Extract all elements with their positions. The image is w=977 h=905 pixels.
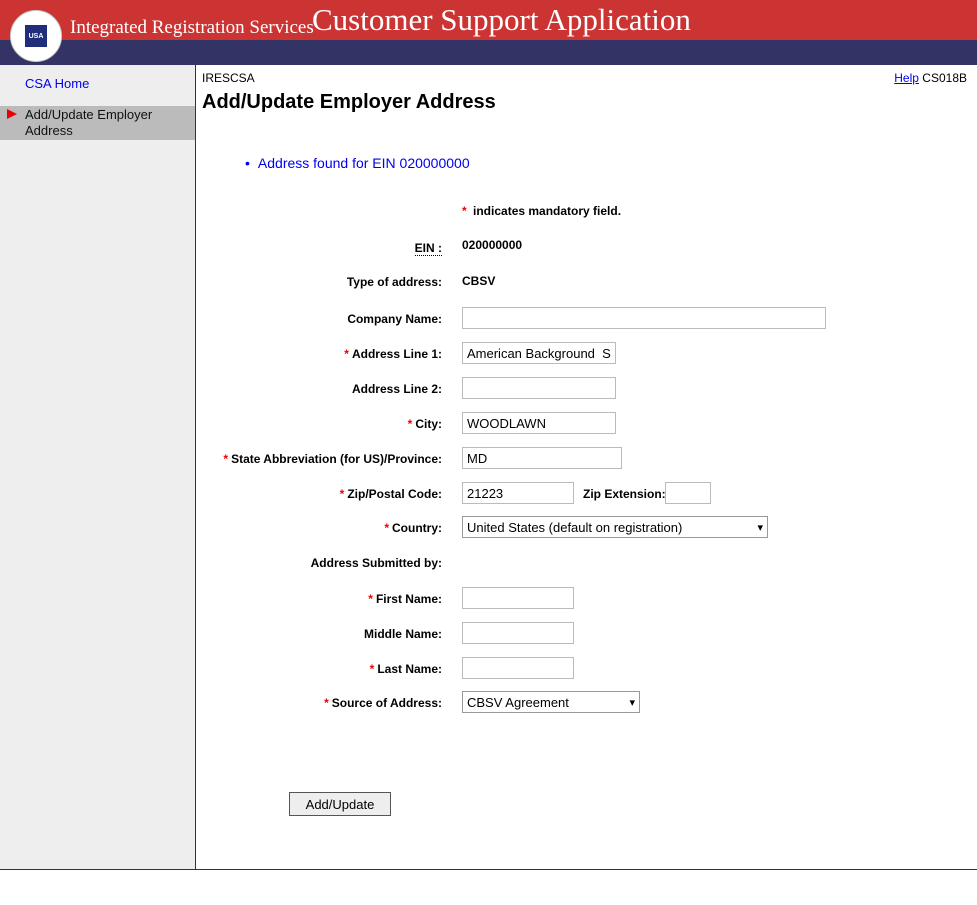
city-label-text: City:: [415, 417, 442, 431]
country-select[interactable]: United States (default on registration): [462, 516, 768, 538]
required-star: *: [369, 662, 375, 676]
sidebar-item-add-update-employer-address[interactable]: Add/Update Employer Address: [0, 106, 195, 140]
header-band: [0, 40, 977, 65]
submitted-by-label: Address Submitted by:: [310, 556, 442, 570]
addr1-label: * Address Line 1:: [344, 347, 442, 361]
state-label: * State Abbreviation (for US)/Province:: [223, 452, 442, 466]
app-code: IRESCSA: [202, 71, 255, 85]
add-update-button[interactable]: Add/Update: [289, 792, 391, 816]
required-star: *: [368, 592, 373, 606]
sidebar-item-label: Add/Update Employer Address: [25, 107, 153, 138]
company-label: Company Name:: [347, 312, 442, 326]
help-area: Help CS018B: [894, 71, 967, 85]
state-label-text: State Abbreviation (for US)/Province:: [231, 452, 442, 466]
first-name-label: * First Name:: [368, 592, 442, 606]
required-star: *: [384, 521, 389, 535]
source-label: * Source of Address:: [324, 696, 442, 710]
country-selected: United States (default on registration): [467, 519, 683, 535]
screen-id: CS018B: [922, 71, 967, 85]
required-star: *: [462, 204, 467, 218]
city-input[interactable]: [462, 412, 616, 434]
zip-input[interactable]: [462, 482, 574, 504]
first-name-label-text: First Name:: [375, 592, 442, 606]
source-label-text: Source of Address:: [331, 696, 442, 710]
middle-name-label: Middle Name:: [363, 627, 442, 641]
ssa-seal-logo: USA: [10, 10, 62, 62]
address-line-1-input[interactable]: [462, 342, 616, 364]
app-title: Customer Support Application: [312, 2, 691, 37]
status-message: Address found for EIN 020000000: [245, 155, 470, 171]
state-input[interactable]: [462, 447, 622, 469]
country-label-text: Country:: [392, 521, 442, 535]
zip-label: * Zip/Postal Code:: [340, 487, 442, 501]
last-name-label: * Last Name:: [370, 662, 442, 676]
type-value: CBSV: [462, 274, 496, 288]
addr1-label-text: Address Line 1:: [351, 347, 442, 361]
last-name-input[interactable]: [462, 657, 574, 679]
usa-shield-icon: USA: [25, 25, 47, 47]
last-name-label-text: Last Name:: [377, 662, 442, 676]
city-label: * City:: [408, 417, 442, 431]
zip-extension-label: Zip Extension:: [583, 487, 666, 501]
middle-name-input[interactable]: [462, 622, 574, 644]
ein-label: EIN :: [414, 241, 442, 256]
page-title: Add/Update Employer Address: [202, 91, 496, 113]
required-star: *: [344, 347, 349, 361]
footer-divider: [0, 869, 977, 870]
addr2-label: Address Line 2:: [351, 382, 442, 396]
zip-label-text: Zip/Postal Code:: [347, 487, 442, 501]
type-label: Type of address:: [346, 275, 442, 289]
first-name-input[interactable]: [462, 587, 574, 609]
sidebar-item-csa-home[interactable]: CSA Home: [25, 76, 89, 91]
required-star: *: [324, 696, 329, 710]
sidebar: CSA Home Add/Update Employer Address: [0, 65, 196, 869]
ein-value: 020000000: [462, 238, 523, 252]
required-star: *: [407, 417, 413, 431]
source-select[interactable]: CBSV Agreement: [462, 691, 640, 713]
mandatory-note: * indicates mandatory field.: [462, 204, 621, 218]
org-name: Integrated Registration Services: [70, 17, 314, 38]
help-link[interactable]: Help: [894, 71, 919, 85]
country-label: * Country:: [384, 521, 442, 535]
mandatory-note-text: indicates mandatory field.: [473, 204, 622, 218]
required-star: *: [339, 487, 345, 501]
current-arrow-icon: [7, 109, 17, 119]
required-star: *: [223, 452, 229, 466]
company-name-input[interactable]: [462, 307, 826, 329]
zip-extension-input[interactable]: [665, 482, 711, 504]
address-line-2-input[interactable]: [462, 377, 616, 399]
source-selected: CBSV Agreement: [467, 694, 569, 710]
